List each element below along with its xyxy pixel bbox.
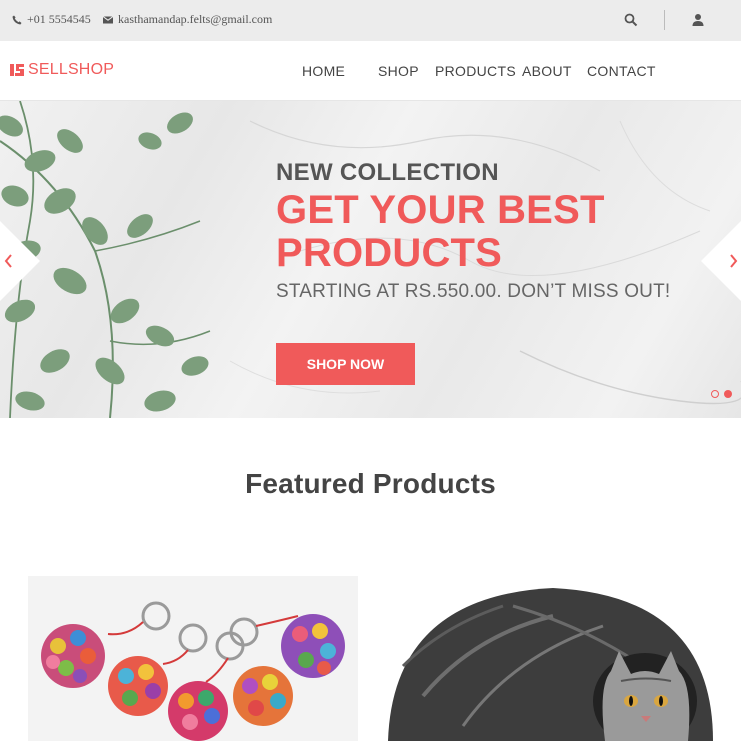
nav-contact[interactable]: CONTACT (587, 63, 656, 79)
search-icon[interactable] (623, 12, 639, 28)
product-card-cat-cave[interactable] (383, 576, 713, 741)
slider-dot-1[interactable] (711, 390, 719, 398)
phone-contact: +01 5554545 (12, 12, 91, 27)
topbar-divider (664, 10, 665, 30)
nav-about[interactable]: ABOUT (522, 63, 572, 79)
product-card-felt-keychains[interactable] (28, 576, 358, 741)
phone-number: +01 5554545 (27, 12, 91, 26)
slider-prev-button[interactable] (0, 221, 40, 301)
logo[interactable]: SELLSHOP (10, 61, 114, 79)
featured-products-title: Featured Products (245, 468, 496, 499)
user-icon[interactable] (690, 12, 706, 28)
slider-next-button[interactable] (701, 221, 741, 301)
phone-icon (12, 15, 22, 24)
nav-products[interactable]: PRODUCTS (435, 63, 516, 79)
hero-slider: NEW COLLECTION GET YOUR BEST PRODUCTS ST… (0, 101, 741, 418)
logo-mark-icon (10, 64, 24, 76)
mail-icon (103, 15, 113, 23)
hero-subtitle: STARTING AT RS.550.00. DON’T MISS OUT! (276, 281, 671, 302)
logo-text: SELLSHOP (28, 61, 115, 78)
site-header: SELLSHOP HOME SHOP PRODUCTS ABOUT CONTAC… (0, 41, 741, 101)
hero-kicker: NEW COLLECTION (276, 159, 499, 186)
email-contact: kasthamandap.felts@gmail.com (103, 12, 272, 27)
slider-dot-2-active[interactable] (724, 390, 732, 398)
top-bar: +01 5554545 kasthamandap.felts@gmail.com (0, 0, 741, 41)
nav-home[interactable]: HOME (302, 63, 345, 79)
hero-headline: GET YOUR BEST PRODUCTS (276, 188, 605, 275)
email-address[interactable]: kasthamandap.felts@gmail.com (118, 12, 272, 27)
shop-now-button[interactable]: SHOP NOW (276, 343, 415, 385)
felt-cat-cave-image (383, 576, 713, 741)
nav-shop[interactable]: SHOP (378, 63, 419, 79)
felt-keychains-image (28, 576, 358, 741)
